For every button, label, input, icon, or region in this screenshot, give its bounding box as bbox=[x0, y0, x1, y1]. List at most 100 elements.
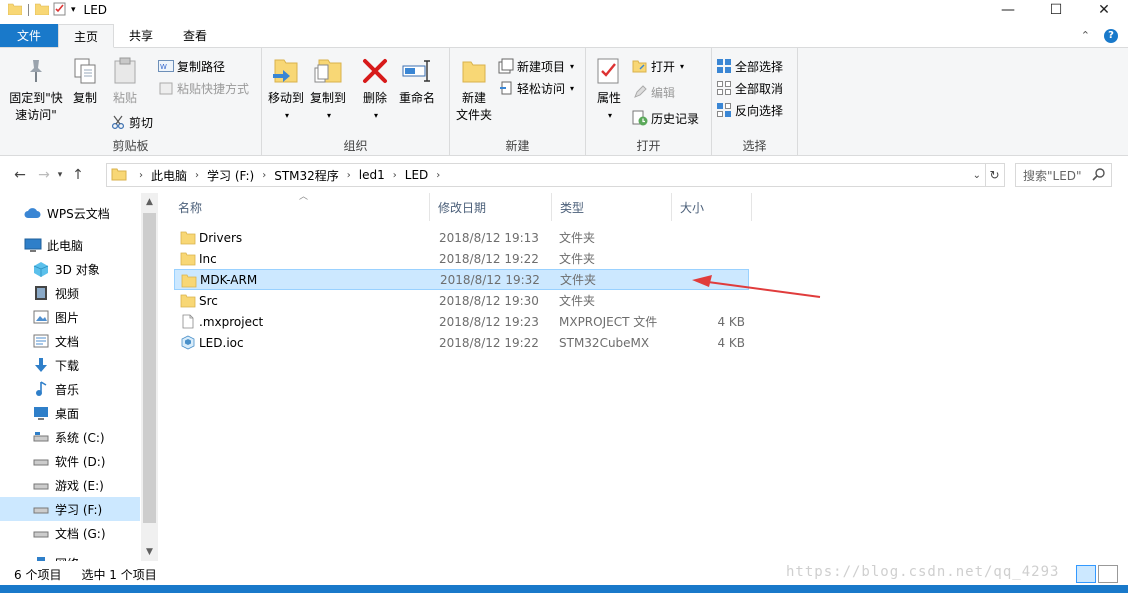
rename-icon bbox=[402, 56, 432, 86]
column-header-name[interactable]: 名称 bbox=[170, 193, 430, 221]
scroll-down-icon[interactable]: ▼ bbox=[141, 547, 158, 557]
collapse-ribbon-icon[interactable]: ⌃ bbox=[1081, 29, 1090, 42]
move-to-button[interactable]: 移动到 ▾ bbox=[266, 56, 306, 124]
column-header-size[interactable]: 大小 bbox=[672, 193, 752, 221]
copy-to-dropdown-icon: ▾ bbox=[326, 111, 331, 120]
nav-item-videos[interactable]: 视频 bbox=[0, 281, 140, 305]
file-date: 2018/8/12 19:22 bbox=[439, 335, 539, 350]
refresh-button[interactable]: ↻ bbox=[985, 163, 1005, 187]
ribbon-tabs: 文件 主页 共享 查看 ⌃ ? bbox=[0, 24, 1128, 48]
copy-button[interactable]: 复制 bbox=[68, 56, 102, 107]
select-none-button[interactable]: 全部取消 bbox=[716, 78, 783, 98]
easy-access-button[interactable]: 轻松访问 ▾ bbox=[498, 78, 574, 98]
file-name: .mxproject bbox=[199, 314, 264, 329]
minimize-button[interactable]: — bbox=[984, 0, 1032, 20]
search-placeholder: 搜索"LED" bbox=[1023, 168, 1082, 183]
open-button[interactable]: 打开 ▾ bbox=[632, 56, 684, 76]
drive-icon bbox=[32, 429, 50, 445]
paste-shortcut-button[interactable]: 粘贴快捷方式 bbox=[158, 78, 249, 98]
up-button[interactable]: ↑ bbox=[68, 167, 88, 183]
nav-item-label: 音乐 bbox=[55, 382, 80, 397]
nav-item-3d-objects[interactable]: 3D 对象 bbox=[0, 257, 140, 281]
chevron-right-icon[interactable]: › bbox=[262, 170, 266, 181]
column-header-date[interactable]: 修改日期 bbox=[430, 193, 552, 221]
breadcrumb-this-pc[interactable]: 此电脑 bbox=[151, 167, 187, 184]
nav-item-drive-f[interactable]: 学习 (F:) bbox=[0, 497, 140, 521]
invert-selection-button[interactable]: 反向选择 bbox=[716, 100, 783, 120]
folder-icon bbox=[180, 294, 196, 308]
recent-locations-button[interactable]: ▾ bbox=[54, 170, 66, 180]
edit-button[interactable]: 编辑 bbox=[632, 82, 675, 102]
rename-button[interactable]: 重命名 bbox=[396, 56, 438, 107]
tab-share[interactable]: 共享 bbox=[114, 24, 168, 47]
breadcrumb-drive-f[interactable]: 学习 (F:) bbox=[207, 167, 254, 184]
file-row-mxproject[interactable]: .mxproject 2018/8/12 19:23 MXPROJECT 文件 … bbox=[174, 311, 749, 332]
file-list-scrollbar[interactable] bbox=[1112, 193, 1128, 561]
maximize-button[interactable]: ☐ bbox=[1032, 0, 1080, 20]
breadcrumb-led1[interactable]: led1 bbox=[359, 168, 385, 182]
customize-qat-icon[interactable]: ▾ bbox=[71, 5, 76, 15]
search-icon[interactable] bbox=[1092, 167, 1106, 184]
back-button[interactable]: ← bbox=[10, 167, 30, 183]
breadcrumb-led[interactable]: LED bbox=[405, 168, 429, 182]
file-row-mdk-arm[interactable]: MDK-ARM 2018/8/12 19:32 文件夹 bbox=[174, 269, 749, 290]
nav-item-this-pc[interactable]: 此电脑 bbox=[0, 233, 140, 257]
select-all-button[interactable]: 全部选择 bbox=[716, 56, 783, 76]
file-date: 2018/8/12 19:23 bbox=[439, 314, 539, 329]
nav-item-music[interactable]: 音乐 bbox=[0, 377, 140, 401]
nav-item-drive-g[interactable]: 文档 (G:) bbox=[0, 521, 140, 545]
pin-quick-access-button[interactable]: 固定到"快 速访问" bbox=[6, 56, 66, 124]
nav-item-pictures[interactable]: 图片 bbox=[0, 305, 140, 329]
nav-item-documents[interactable]: 文档 bbox=[0, 329, 140, 353]
nav-item-desktop[interactable]: 桌面 bbox=[0, 401, 140, 425]
file-row-led-ioc[interactable]: LED.ioc 2018/8/12 19:22 STM32CubeMX 4 KB bbox=[174, 332, 749, 353]
cube-icon bbox=[32, 261, 50, 277]
chevron-down-icon[interactable]: ⌄ bbox=[973, 170, 981, 181]
copy-to-button[interactable]: 复制到 ▾ bbox=[308, 56, 348, 124]
close-button[interactable]: ✕ bbox=[1080, 0, 1128, 20]
properties-qat-icon[interactable] bbox=[53, 2, 67, 19]
copy-to-label: 复制到 bbox=[309, 91, 346, 105]
properties-label: 属性 bbox=[596, 91, 621, 105]
scrollbar-thumb[interactable] bbox=[143, 213, 156, 523]
nav-item-network[interactable]: 网络 bbox=[0, 551, 140, 561]
column-header-type[interactable]: 类型 bbox=[552, 193, 672, 221]
search-input[interactable]: 搜索"LED" bbox=[1015, 163, 1112, 187]
chevron-right-icon[interactable]: › bbox=[347, 170, 351, 181]
address-bar[interactable]: › 此电脑 › 学习 (F:) › STM32程序 › led1 › LED ›… bbox=[106, 163, 986, 187]
breadcrumb-stm32[interactable]: STM32程序 bbox=[274, 167, 339, 184]
navigation-scrollbar[interactable]: ▲ ▼ bbox=[141, 193, 158, 561]
copy-path-button[interactable]: W 复制路径 bbox=[158, 56, 225, 76]
paste-button[interactable]: 粘贴 bbox=[108, 56, 142, 107]
file-row-drivers[interactable]: Drivers 2018/8/12 19:13 文件夹 bbox=[174, 227, 749, 248]
new-item-icon bbox=[498, 58, 514, 74]
forward-button[interactable]: → bbox=[34, 167, 54, 183]
properties-button[interactable]: 属性 ▾ bbox=[592, 56, 626, 124]
nav-item-drive-d[interactable]: 软件 (D:) bbox=[0, 449, 140, 473]
nav-item-label: 图片 bbox=[55, 310, 80, 325]
file-row-inc[interactable]: Inc 2018/8/12 19:22 文件夹 bbox=[174, 248, 749, 269]
tab-file[interactable]: 文件 bbox=[0, 24, 58, 47]
history-button[interactable]: 历史记录 bbox=[632, 108, 699, 128]
nav-item-downloads[interactable]: 下载 bbox=[0, 353, 140, 377]
cut-button[interactable]: 剪切 bbox=[110, 112, 153, 132]
delete-button[interactable]: 删除 ▾ bbox=[358, 56, 392, 124]
large-icons-view-icon[interactable] bbox=[1098, 565, 1118, 583]
file-row-src[interactable]: Src 2018/8/12 19:30 文件夹 bbox=[174, 290, 749, 311]
tab-view[interactable]: 查看 bbox=[168, 24, 222, 47]
details-view-icon[interactable] bbox=[1076, 565, 1096, 583]
chevron-right-icon[interactable]: › bbox=[195, 170, 199, 181]
chevron-right-icon[interactable]: › bbox=[139, 170, 143, 181]
new-folder-qat-icon[interactable] bbox=[34, 3, 50, 18]
new-item-button[interactable]: 新建项目 ▾ bbox=[498, 56, 574, 76]
edit-label: 编辑 bbox=[651, 85, 676, 100]
nav-item-drive-c[interactable]: 系统 (C:) bbox=[0, 425, 140, 449]
chevron-right-icon[interactable]: › bbox=[393, 170, 397, 181]
nav-item-drive-e[interactable]: 游戏 (E:) bbox=[0, 473, 140, 497]
help-icon[interactable]: ? bbox=[1104, 28, 1118, 43]
nav-item-wps-cloud[interactable]: WPS云文档 bbox=[0, 201, 140, 225]
chevron-right-icon[interactable]: › bbox=[436, 170, 440, 181]
new-folder-button[interactable]: 新建 文件夹 bbox=[454, 56, 494, 124]
scroll-up-icon[interactable]: ▲ bbox=[141, 197, 158, 207]
tab-home[interactable]: 主页 bbox=[58, 24, 115, 48]
